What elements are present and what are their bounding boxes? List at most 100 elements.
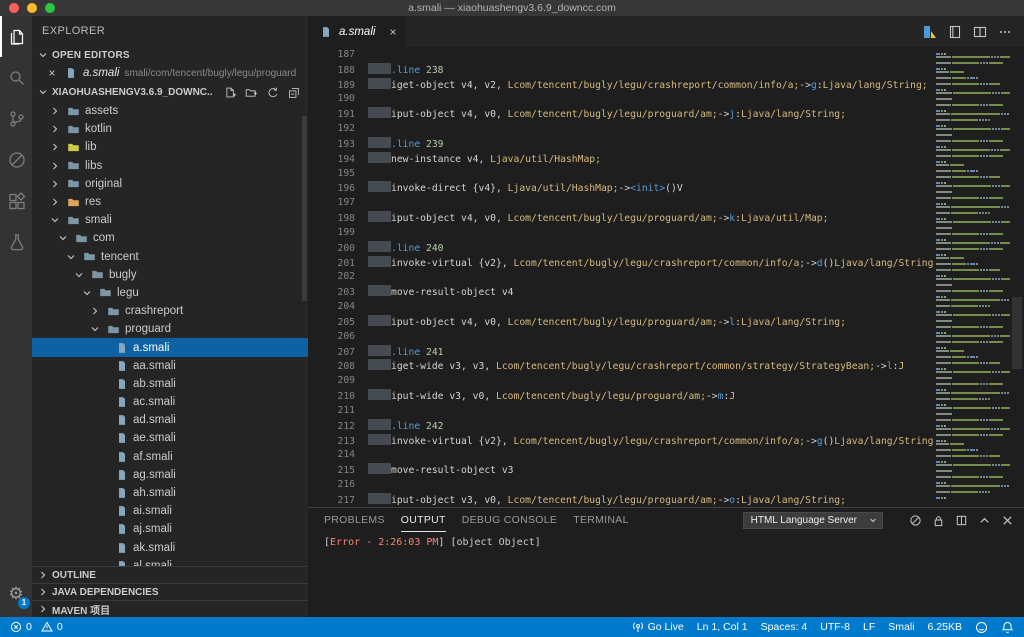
code-line[interactable]: 210 iput-wide v3, v0, Lcom/tencent/bugly/… — [308, 389, 933, 404]
code-line[interactable]: 214 — [308, 448, 933, 463]
code-line[interactable]: 216 — [308, 478, 933, 493]
code-line[interactable]: 212 .line 242 — [308, 418, 933, 434]
open-editor-item[interactable]: × a.smali smali/com/tencent/bugly/legu/p… — [32, 64, 308, 82]
scrollbar-slider[interactable] — [1012, 297, 1022, 369]
tree-item-ah-smali[interactable]: ah.smali — [32, 484, 308, 502]
tree-item-original[interactable]: original — [32, 175, 308, 193]
code-line[interactable]: 207 .line 241 — [308, 344, 933, 360]
minimize-window-button[interactable] — [27, 3, 37, 13]
source-control-activity-button[interactable] — [0, 98, 32, 139]
tab-debug-console[interactable]: DEBUG CONSOLE — [462, 508, 558, 532]
test-activity-button[interactable] — [0, 221, 32, 262]
tab-a-smali[interactable]: a.smali × — [308, 16, 407, 47]
code-line[interactable]: 213 invoke-virtual {v2}, Lcom/tencent/bug… — [308, 433, 933, 449]
notifications-button[interactable] — [1001, 621, 1014, 634]
code-line[interactable]: 209 — [308, 374, 933, 389]
tree-item-smali[interactable]: smali — [32, 211, 308, 229]
tree-item-ak-smali[interactable]: ak.smali — [32, 539, 308, 557]
code-line[interactable]: 192 — [308, 122, 933, 137]
tree-item-ae-smali[interactable]: ae.smali — [32, 429, 308, 447]
tab-problems[interactable]: PROBLEMS — [324, 508, 385, 532]
eol-setting[interactable]: LF — [863, 621, 875, 633]
settings-button[interactable]: ⚙ 1 — [0, 579, 32, 609]
cursor-position[interactable]: Ln 1, Col 1 — [697, 621, 748, 633]
zoom-window-button[interactable] — [45, 3, 55, 13]
code-line[interactable]: 217 iput-object v3, v0, Lcom/tencent/bugl… — [308, 492, 933, 507]
encoding-setting[interactable]: UTF-8 — [820, 621, 850, 633]
close-window-button[interactable] — [9, 3, 19, 13]
tree-item-com[interactable]: com — [32, 229, 308, 247]
tree-item-bugly[interactable]: bugly — [32, 266, 308, 284]
maximize-panel-icon[interactable] — [978, 514, 991, 527]
tree-item-al-smali[interactable]: al.smali — [32, 557, 308, 566]
tree-item-ab-smali[interactable]: ab.smali — [32, 375, 308, 393]
java-dependencies-section-header[interactable]: JAVA DEPENDENCIES — [32, 583, 308, 600]
split-editor-icon[interactable] — [973, 25, 987, 39]
tree-item-aj-smali[interactable]: aj.smali — [32, 520, 308, 538]
minimap[interactable] — [933, 47, 1010, 507]
code-line[interactable]: 208 iget-wide v3, v3, Lcom/tencent/bugly/… — [308, 359, 933, 374]
collapse-all-icon[interactable] — [287, 86, 300, 99]
code-line[interactable]: 191 iput-object v4, v0, Lcom/tencent/bugl… — [308, 107, 933, 122]
more-actions-icon[interactable] — [998, 25, 1012, 39]
maven-section-header[interactable]: MAVEN 项目 — [32, 600, 308, 617]
code-line[interactable]: 195 — [308, 167, 933, 182]
new-file-icon[interactable] — [224, 86, 237, 99]
clear-output-icon[interactable] — [909, 514, 922, 527]
close-tab-icon[interactable]: × — [389, 25, 396, 39]
code-area[interactable]: 187 188 .line 238 189 iget-object v4, v2, Lc… — [308, 48, 934, 507]
code-line[interactable]: 194 new-instance v4, Ljava/util/HashMap; — [308, 151, 933, 167]
search-activity-button[interactable] — [0, 57, 32, 98]
open-editors-header[interactable]: OPEN EDITORS — [32, 46, 308, 64]
outline-section-header[interactable]: OUTLINE — [32, 566, 308, 583]
tree-item-ag-smali[interactable]: ag.smali — [32, 466, 308, 484]
code-line[interactable]: 201 invoke-virtual {v2}, Lcom/tencent/bug… — [308, 255, 933, 271]
tree-item-a-smali[interactable]: a.smali — [32, 338, 308, 357]
code-line[interactable]: 205 iput-object v4, v0, Lcom/tencent/bugl… — [308, 314, 933, 330]
refresh-icon[interactable] — [266, 86, 279, 99]
code-line[interactable]: 197 — [308, 196, 933, 211]
extensions-activity-button[interactable] — [0, 180, 32, 221]
open-in-editor-icon[interactable] — [955, 514, 968, 527]
feedback-button[interactable] — [975, 621, 988, 634]
tree-item-tencent[interactable]: tencent — [32, 248, 308, 266]
tree-item-lib[interactable]: lib — [32, 138, 308, 156]
tree-item-aa-smali[interactable]: aa.smali — [32, 357, 308, 375]
tree-item-res[interactable]: res — [32, 193, 308, 211]
code-line[interactable]: 193 .line 239 — [308, 136, 933, 152]
explorer-activity-button[interactable] — [0, 16, 32, 57]
preview-icon[interactable] — [923, 25, 937, 39]
tree-item-crashreport[interactable]: crashreport — [32, 302, 308, 320]
code-line[interactable]: 202 — [308, 270, 933, 285]
language-mode[interactable]: Smali — [888, 621, 914, 633]
tree-item-legu[interactable]: legu — [32, 284, 308, 302]
tree-item-ai-smali[interactable]: ai.smali — [32, 502, 308, 520]
code-line[interactable]: 204 — [308, 300, 933, 315]
sidebar-scrollbar[interactable] — [302, 116, 307, 301]
tree-item-assets[interactable]: assets — [32, 102, 308, 120]
indentation-setting[interactable]: Spaces: 4 — [761, 621, 808, 633]
code-line[interactable]: 200 .line 240 — [308, 240, 933, 256]
code-line[interactable]: 198 iput-object v4, v0, Lcom/tencent/bugl… — [308, 211, 933, 226]
tree-item-ad-smali[interactable]: ad.smali — [32, 411, 308, 429]
tab-output[interactable]: OUTPUT — [400, 508, 446, 532]
close-panel-icon[interactable] — [1001, 514, 1014, 527]
code-line[interactable]: 199 — [308, 226, 933, 241]
new-folder-icon[interactable] — [245, 86, 258, 99]
code-line[interactable]: 187 — [308, 48, 933, 63]
code-line[interactable]: 196 invoke-direct {v4}, Ljava/util/HashMa… — [308, 181, 933, 196]
notebook-icon[interactable] — [948, 25, 962, 39]
tab-terminal[interactable]: TERMINAL — [573, 508, 629, 532]
tree-item-af-smali[interactable]: af.smali — [32, 448, 308, 466]
tree-item-libs[interactable]: libs — [32, 157, 308, 175]
code-line[interactable]: 203 move-result-object v4 — [308, 285, 933, 300]
code-line[interactable]: 189 iget-object v4, v2, Lcom/tencent/bugl… — [308, 77, 933, 93]
tree-item-ac-smali[interactable]: ac.smali — [32, 393, 308, 411]
code-line[interactable]: 188 .line 238 — [308, 62, 933, 78]
code-line[interactable]: 211 — [308, 404, 933, 419]
output-channel-select[interactable]: HTML Language Server — [742, 511, 883, 529]
problems-status[interactable]: 0 0 — [10, 621, 63, 633]
close-icon[interactable]: × — [46, 66, 58, 80]
lock-icon[interactable] — [932, 514, 945, 527]
editor-body[interactable]: 187 188 .line 238 189 iget-object v4, v2, Lc… — [308, 47, 1024, 507]
